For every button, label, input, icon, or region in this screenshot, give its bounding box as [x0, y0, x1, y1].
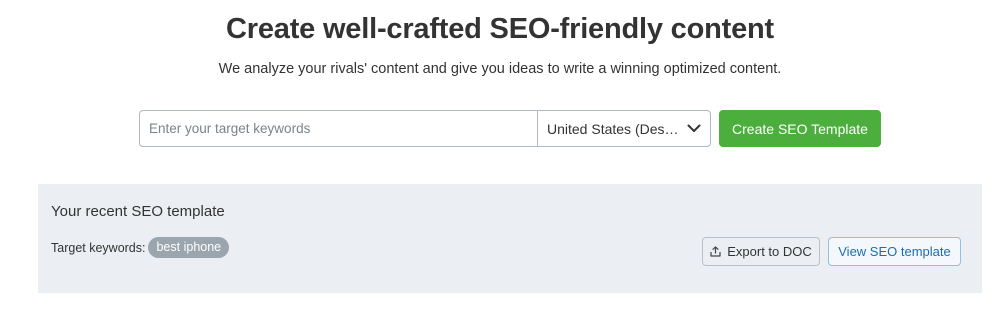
target-keywords-row: Target keywords: best iphone: [51, 237, 230, 258]
keyword-input[interactable]: [139, 110, 537, 147]
country-select[interactable]: United States (Des…: [537, 110, 711, 147]
upload-icon: [710, 246, 721, 257]
chevron-down-icon: [687, 124, 701, 134]
export-to-doc-label: Export to DOC: [727, 244, 812, 259]
page-subtitle: We analyze your rivals' content and give…: [218, 61, 782, 77]
page-title: Create well-crafted SEO-friendly content: [226, 13, 774, 45]
search-form: United States (Des… Create SEO Template: [139, 110, 881, 147]
target-keywords-label: Target keywords:: [51, 240, 146, 255]
view-seo-template-label: View SEO template: [838, 244, 951, 259]
keyword-chip: best iphone: [148, 237, 230, 258]
create-seo-template-button[interactable]: Create SEO Template: [719, 110, 881, 147]
export-to-doc-button[interactable]: Export to DOC: [702, 237, 820, 266]
recent-template-panel: Your recent SEO template Target keywords…: [38, 184, 982, 293]
view-seo-template-button[interactable]: View SEO template: [828, 237, 961, 266]
seo-content-template-page: Create well-crafted SEO-friendly content…: [0, 0, 1000, 316]
recent-template-title: Your recent SEO template: [51, 203, 225, 220]
country-select-value: United States (Des…: [547, 120, 679, 137]
